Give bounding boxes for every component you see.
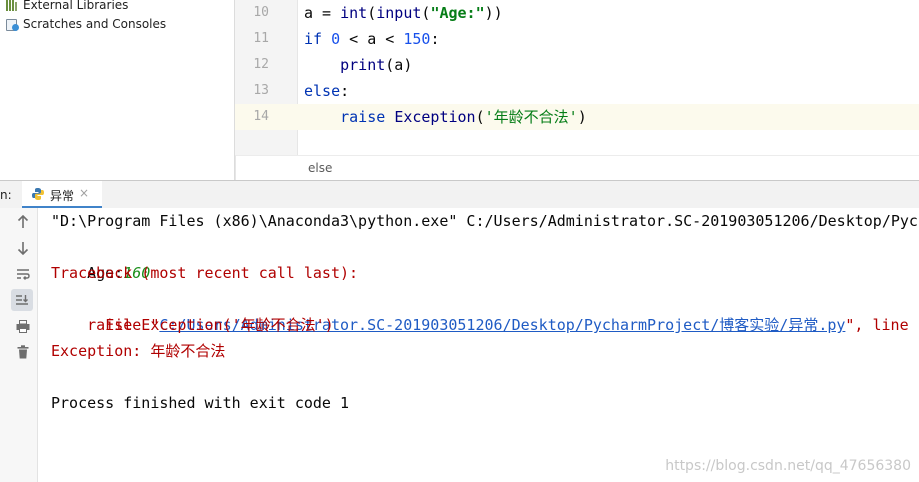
tree-item-label: External Libraries (23, 0, 129, 12)
traceback-raise-line: raise Exception('年龄不合法') (51, 316, 334, 334)
line-number: 10 (253, 5, 269, 20)
line-number: 11 (253, 31, 269, 46)
code-line[interactable]: 10 a = int(input("Age:")) (235, 0, 919, 26)
run-tab[interactable]: 异常 × (22, 181, 102, 208)
trash-icon[interactable] (12, 341, 34, 363)
traceback-file-line: File "C:/Users/Administrator.SC-20190305… (51, 286, 919, 334)
print-icon[interactable] (12, 315, 34, 337)
file-suffix: ", line 14, i (845, 316, 919, 334)
watermark: https://blog.csdn.net/qq_47656380 (665, 458, 911, 474)
run-tool-window-header: n: 异常 × (0, 180, 919, 209)
soft-wrap-icon[interactable] (12, 263, 34, 285)
code-text: if 0 < a < 150: (304, 30, 440, 48)
code-line[interactable]: 11 if 0 < a < 150: (235, 26, 919, 52)
down-arrow-icon[interactable] (12, 237, 34, 259)
console-input-line: Age:160 (51, 234, 150, 282)
code-text: raise Exception('年龄不合法') (340, 108, 587, 126)
breadcrumb: else (235, 155, 919, 181)
code-editor[interactable]: 10 a = int(input("Age:")) 11 if 0 < a < … (235, 0, 919, 181)
scroll-to-end-icon[interactable] (11, 289, 33, 311)
exception-message: Exception: 年龄不合法 (51, 342, 226, 360)
breadcrumb-item[interactable]: else (308, 161, 332, 175)
console-output[interactable]: "D:\Program Files (x86)\Anaconda3\python… (38, 208, 919, 482)
line-number: 13 (253, 83, 269, 98)
close-icon[interactable]: × (79, 186, 89, 200)
python-icon (32, 188, 44, 200)
run-toolbar (0, 208, 38, 482)
console-command-line: "D:\Program Files (x86)\Anaconda3\python… (51, 212, 919, 230)
line-number: 14 (235, 104, 269, 130)
code-line-current[interactable]: 14 raise Exception('年龄不合法') (235, 104, 919, 130)
code-text: print(a) (340, 56, 413, 74)
code-text: a = int(input("Age:")) (304, 4, 503, 22)
run-tab-label: 异常 (50, 189, 75, 203)
project-tree: External Libraries Scratches and Console… (0, 0, 235, 180)
traceback-header: Traceback (most recent call last): (51, 264, 359, 282)
scratches-icon (4, 17, 20, 31)
tree-item-external-libraries[interactable]: External Libraries (4, 0, 128, 14)
tree-item-label: Scratches and Consoles (23, 17, 167, 31)
run-label: n: (0, 188, 12, 202)
up-arrow-icon[interactable] (12, 211, 34, 233)
code-line[interactable]: 12 print(a) (235, 52, 919, 78)
library-icon (4, 0, 20, 12)
process-finished-line: Process finished with exit code 1 (51, 394, 350, 412)
line-number: 12 (253, 57, 269, 72)
code-text: else: (304, 82, 350, 100)
tree-item-scratches-and-consoles[interactable]: Scratches and Consoles (4, 15, 166, 33)
code-line[interactable]: 13 else: (235, 78, 919, 104)
